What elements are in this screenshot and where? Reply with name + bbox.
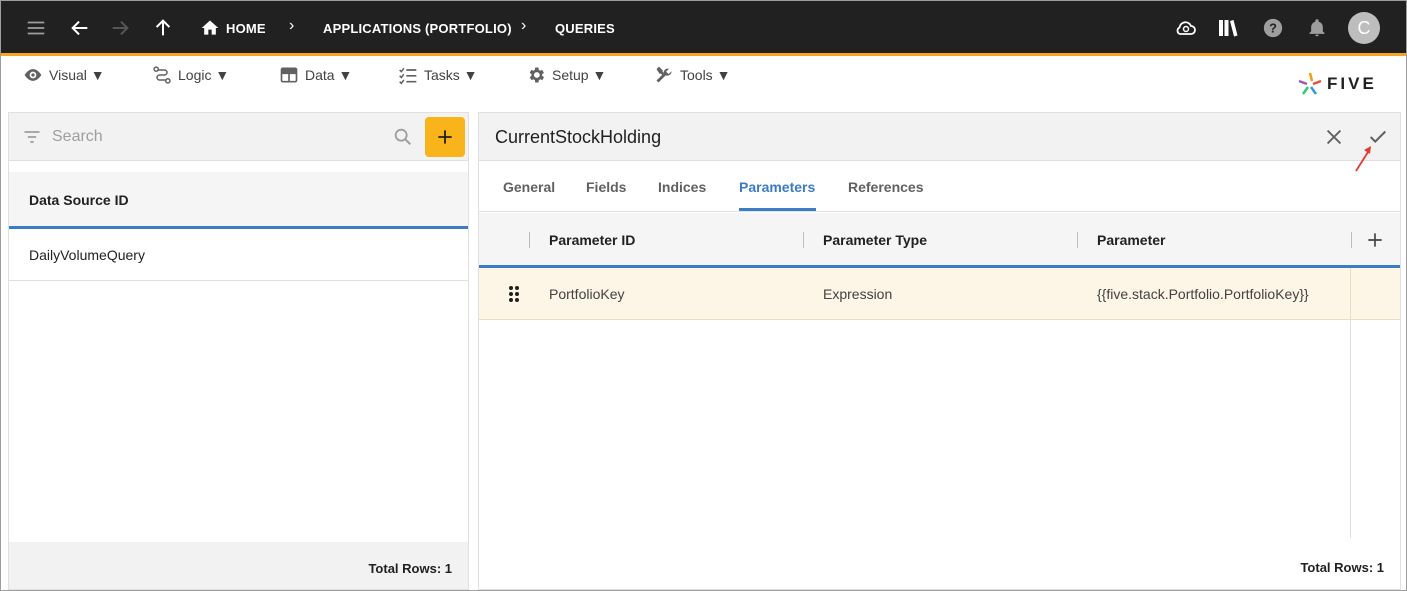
- search-bar: Search: [9, 113, 468, 161]
- forward-icon[interactable]: [107, 15, 133, 41]
- tab-indices[interactable]: Indices: [658, 179, 706, 195]
- logic-icon: [153, 66, 171, 84]
- menu-icon[interactable]: [23, 15, 49, 41]
- action-column-divider: [1350, 320, 1351, 538]
- menu-tools[interactable]: Tools ▼: [654, 64, 730, 86]
- breadcrumb-queries[interactable]: QUERIES: [555, 21, 615, 36]
- column-separator: [529, 232, 530, 248]
- record-detail-panel: CurrentStockHolding General Fields Indic…: [478, 112, 1401, 590]
- help-icon[interactable]: ?: [1260, 15, 1286, 41]
- record-title-bar: CurrentStockHolding: [479, 113, 1400, 172]
- plus-icon: [438, 130, 452, 144]
- gear-icon: [529, 67, 544, 83]
- up-icon[interactable]: [150, 15, 176, 41]
- column-header-parameter[interactable]: Parameter: [1097, 232, 1166, 248]
- menu-visual[interactable]: Visual ▼: [23, 64, 105, 86]
- five-star-icon: [1298, 72, 1322, 95]
- cell-parameter: {{five.stack.Portfolio.PortfolioKey}}: [1097, 286, 1309, 302]
- svg-text:?: ?: [1269, 21, 1277, 36]
- breadcrumb-applications[interactable]: APPLICATIONS (PORTFOLIO): [323, 21, 512, 36]
- total-rows-label: Total Rows: 1: [368, 561, 452, 576]
- back-icon[interactable]: [67, 15, 93, 41]
- list-footer: Total Rows: 1: [9, 542, 468, 589]
- top-app-bar: HOME › APPLICATIONS (PORTFOLIO) › QUERIE…: [1, 1, 1406, 56]
- five-logo: FIVE: [1297, 71, 1377, 97]
- close-button[interactable]: [1323, 126, 1345, 148]
- cloud-sync-icon[interactable]: [1173, 15, 1199, 41]
- cell-divider: [1350, 268, 1351, 319]
- cell-parameter-id: PortfolioKey: [549, 286, 625, 302]
- table-icon: [280, 67, 298, 83]
- table-row[interactable]: PortfolioKey Expression {{five.stack.Por…: [479, 268, 1400, 320]
- menu-data[interactable]: Data ▼: [279, 64, 352, 86]
- breadcrumb-separator: ›: [289, 17, 295, 34]
- tab-general[interactable]: General: [503, 179, 555, 195]
- search-input[interactable]: Search: [52, 128, 103, 146]
- record-title: CurrentStockHolding: [495, 127, 662, 147]
- avatar[interactable]: C: [1348, 12, 1380, 44]
- grid-header: Parameter ID Parameter Type Parameter: [479, 213, 1400, 268]
- menu-setup-label: Setup ▼: [552, 67, 607, 83]
- filter-icon[interactable]: [22, 127, 42, 147]
- list-column-header[interactable]: Data Source ID: [9, 172, 468, 229]
- cell-parameter-type: Expression: [823, 286, 893, 302]
- menu-visual-label: Visual ▼: [49, 67, 105, 83]
- menu-data-label: Data ▼: [305, 67, 353, 83]
- total-rows-label: Total Rows: 1: [1300, 560, 1384, 575]
- home-icon[interactable]: [197, 15, 223, 41]
- bell-icon[interactable]: [1304, 15, 1330, 41]
- menu-tasks-label: Tasks ▼: [424, 67, 478, 83]
- list-item-label: DailyVolumeQuery: [29, 247, 145, 263]
- active-tab-indicator: [739, 208, 816, 211]
- data-source-list-panel: Search Data Source ID DailyVolumeQuery T…: [8, 112, 469, 590]
- breadcrumb-separator: ›: [521, 17, 527, 34]
- drag-handle-icon[interactable]: [506, 285, 522, 303]
- tools-icon: [656, 66, 672, 83]
- tab-references[interactable]: References: [848, 179, 924, 195]
- logo-text: FIVE: [1327, 74, 1377, 93]
- menu-logic-label: Logic ▼: [178, 67, 230, 83]
- menu-setup[interactable]: Setup ▼: [526, 64, 606, 86]
- checklist-icon: [399, 67, 417, 85]
- column-separator: [803, 232, 804, 248]
- list-item[interactable]: DailyVolumeQuery: [9, 229, 468, 281]
- library-icon[interactable]: [1215, 15, 1241, 41]
- menu-bar: Visual ▼ Logic ▼ Data ▼ Tasks ▼ Setup ▼ …: [1, 56, 1406, 106]
- column-header-data-source-id: Data Source ID: [29, 192, 129, 208]
- eye-icon: [24, 69, 42, 81]
- tab-parameters[interactable]: Parameters: [739, 179, 815, 195]
- column-separator: [1351, 232, 1352, 248]
- search-icon[interactable]: [392, 126, 414, 148]
- column-header-parameter-id[interactable]: Parameter ID: [549, 232, 635, 248]
- breadcrumb-home[interactable]: HOME: [226, 21, 266, 36]
- tab-bar: General Fields Indices Parameters Refere…: [479, 162, 1400, 212]
- menu-tasks[interactable]: Tasks ▼: [398, 64, 478, 86]
- menu-logic[interactable]: Logic ▼: [152, 64, 229, 86]
- column-header-parameter-type[interactable]: Parameter Type: [823, 232, 927, 248]
- close-icon: [1326, 129, 1342, 145]
- column-separator: [1077, 232, 1078, 248]
- tab-fields[interactable]: Fields: [586, 179, 626, 195]
- menu-tools-label: Tools ▼: [680, 67, 731, 83]
- add-row-icon[interactable]: [1365, 230, 1385, 250]
- add-button[interactable]: [425, 117, 465, 157]
